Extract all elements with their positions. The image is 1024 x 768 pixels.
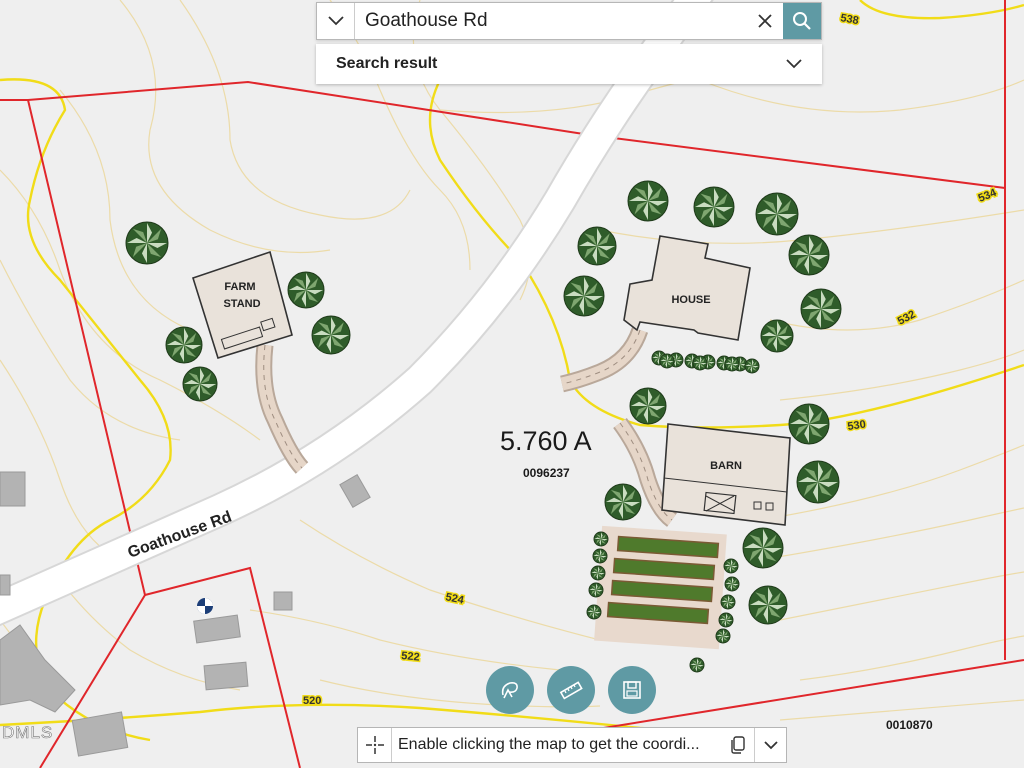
tree-icon (627, 180, 669, 222)
tree-icon (588, 582, 604, 598)
measure-area-icon (501, 682, 518, 699)
barn-building: BARN (661, 423, 791, 526)
adjacent-parcel-id-label: 0010870 (886, 718, 933, 732)
tree-icon (724, 576, 740, 592)
tree-icon (788, 403, 830, 445)
tree-icon (760, 319, 794, 353)
barn-label: BARN (710, 460, 742, 472)
tree-icon (592, 548, 608, 564)
contour-label: 530 (847, 419, 867, 433)
search-options-toggle[interactable] (317, 3, 355, 39)
copy-icon (731, 736, 745, 754)
search-icon (793, 12, 811, 30)
tree-icon (755, 192, 799, 236)
search-input[interactable] (355, 2, 747, 40)
tree-icon (715, 628, 731, 644)
tree-icon (629, 387, 667, 425)
save-icon (623, 681, 641, 699)
tree-icon (125, 221, 169, 265)
chevron-down-icon (327, 16, 344, 26)
measure-area-button[interactable] (486, 666, 534, 714)
copy-coordinates-button[interactable] (722, 728, 754, 762)
tree-icon (659, 353, 675, 369)
coordinates-bar: Enable clicking the map to get the coord… (357, 727, 787, 763)
ruler-icon (559, 681, 583, 700)
tree-icon (724, 356, 740, 372)
tree-icon (165, 326, 203, 364)
search-bar (316, 2, 822, 40)
tree-icon (590, 565, 606, 581)
parcel-id-label: 0096237 (523, 466, 570, 480)
house-label: HOUSE (671, 294, 710, 306)
crosshair-toggle[interactable] (358, 728, 392, 762)
crosshair-icon (365, 736, 384, 754)
coordinates-text: Enable clicking the map to get the coord… (398, 736, 700, 753)
tree-icon (586, 604, 602, 620)
close-icon (758, 14, 772, 28)
location-marker-icon[interactable] (197, 598, 213, 614)
acreage-label: 5.760 A (500, 426, 592, 456)
search-result-label: Search result (336, 55, 438, 72)
tree-icon (718, 612, 734, 628)
tree-icon (788, 234, 830, 276)
tree-icon (742, 527, 784, 569)
tree-icon (723, 558, 739, 574)
tree-icon (563, 275, 605, 317)
tree-icon (748, 585, 788, 625)
tree-icon (800, 288, 842, 330)
save-map-button[interactable] (608, 666, 656, 714)
tree-icon (744, 358, 760, 374)
search-result-panel[interactable]: Search result (316, 44, 822, 84)
tree-icon (593, 531, 609, 547)
contour-label: 522 (401, 650, 420, 664)
chevron-down-icon (763, 740, 778, 749)
coordinates-format-dropdown[interactable] (754, 728, 786, 762)
search-button[interactable] (783, 3, 821, 39)
tree-icon (689, 657, 705, 673)
clear-search-button[interactable] (747, 3, 783, 39)
farm-stand-label-1: FARM (224, 281, 255, 293)
tree-icon (796, 460, 840, 504)
tree-icon (604, 483, 642, 521)
garden-beds (594, 525, 727, 650)
tree-icon (182, 366, 218, 402)
tree-icon (577, 226, 617, 266)
tree-icon (692, 355, 708, 371)
farm-stand-label-2: STAND (223, 298, 260, 310)
chevron-down-icon (786, 59, 802, 69)
map-canvas[interactable]: FARM STAND HOUSE BARN 5.760 A 0096237 00… (0, 0, 1024, 768)
contour-label: 520 (303, 695, 321, 707)
tree-icon (311, 315, 351, 355)
watermark-text: DMLS (2, 723, 53, 742)
measure-distance-button[interactable] (547, 666, 595, 714)
tree-icon (693, 186, 735, 228)
tree-icon (287, 271, 325, 309)
tree-icon (720, 594, 736, 610)
